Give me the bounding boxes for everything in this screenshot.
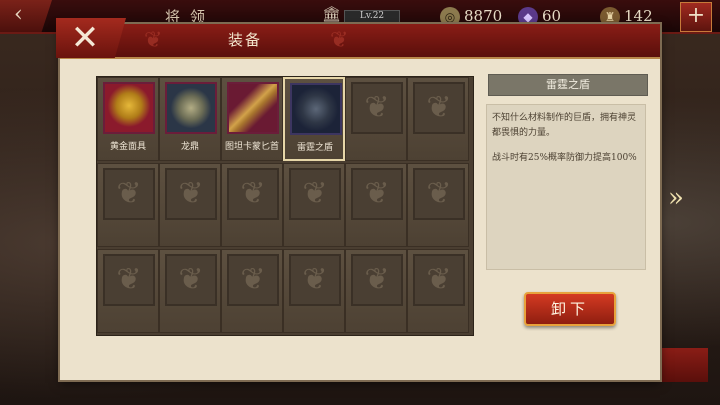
dialog-header: ❦ 装备 ❦	[60, 24, 660, 59]
add-resource-button[interactable]: +	[680, 2, 712, 32]
laurel-icon: ❦	[165, 168, 217, 220]
item-label: 黄金面具	[109, 142, 146, 152]
item-description: 不知什么材料制作的巨盾，拥有神灵都畏惧的力量。	[492, 113, 637, 138]
laurel-icon: ❦	[413, 168, 465, 220]
laurel-icon: ❦	[227, 168, 279, 220]
soldier-amount: 142	[624, 7, 653, 25]
laurel-icon: ❦	[227, 254, 279, 306]
unequip-button[interactable]: 卸下	[524, 292, 616, 326]
back-icon: ‹	[14, 2, 23, 27]
item-label: 图坦卡蒙匕首	[224, 142, 279, 152]
empty-slot[interactable]: ❦	[97, 163, 159, 247]
dragon-cauldron-icon	[165, 82, 217, 134]
item-effect: 战斗时有25%概率防御力提高100%	[492, 153, 637, 163]
close-icon: ✕	[70, 18, 100, 58]
shield-icon	[290, 83, 342, 135]
laurel-icon: ❦	[351, 82, 403, 134]
empty-slot[interactable]: ❦	[407, 163, 469, 247]
laurel-icon: ❦	[103, 254, 155, 306]
level-indicator: 🏛 Lv.22	[322, 5, 400, 25]
empty-slot[interactable]: ❦	[159, 249, 221, 333]
empty-slot[interactable]: ❦	[159, 163, 221, 247]
gem-amount: 60	[542, 7, 562, 25]
castle-icon: 🏛	[322, 5, 342, 23]
equipment-dialog: ❦ 装备 ❦ ✕ 黄金面具 龙鼎 图坦卡蒙匕首 雷霆之盾 ❦ ❦ ❦ ❦ ❦ ❦…	[56, 18, 660, 380]
equipment-slot-dragon-cauldron[interactable]: 龙鼎	[159, 77, 221, 161]
dagger-icon	[227, 82, 279, 134]
laurel-icon: ❦	[103, 168, 155, 220]
laurel-icon: ❦	[351, 254, 403, 306]
equipment-slot-tutankhamun-dagger[interactable]: 图坦卡蒙匕首	[221, 77, 283, 161]
empty-slot[interactable]: ❦	[283, 163, 345, 247]
laurel-icon: ❦	[351, 168, 403, 220]
laurel-icon: ❦	[289, 168, 341, 220]
empty-slot[interactable]: ❦	[221, 163, 283, 247]
empty-slot[interactable]: ❦	[345, 249, 407, 333]
equipment-slot-thunder-shield[interactable]: 雷霆之盾	[283, 77, 345, 161]
gold-amount: 8870	[464, 7, 503, 25]
empty-slot[interactable]: ❦	[407, 249, 469, 333]
equipment-grid: 黄金面具 龙鼎 图坦卡蒙匕首 雷霆之盾 ❦ ❦ ❦ ❦ ❦ ❦ ❦ ❦ ❦ ❦ …	[96, 76, 474, 336]
laurel-icon: ❦	[289, 254, 341, 306]
empty-slot[interactable]: ❦	[283, 249, 345, 333]
golden-mask-icon	[103, 82, 155, 134]
empty-slot[interactable]: ❦	[345, 163, 407, 247]
equipment-slot-golden-mask[interactable]: 黄金面具	[97, 77, 159, 161]
laurel-right-icon: ❦	[330, 28, 349, 53]
item-label: 雷霆之盾	[296, 143, 333, 153]
back-button[interactable]: ‹	[0, 0, 52, 32]
close-button[interactable]: ✕	[56, 18, 126, 58]
empty-slot[interactable]: ❦	[97, 249, 159, 333]
laurel-icon: ❦	[413, 254, 465, 306]
empty-slot[interactable]: ❦	[407, 77, 469, 161]
item-detail-panel: 不知什么材料制作的巨盾，拥有神灵都畏惧的力量。 战斗时有25%概率防御力提高10…	[486, 104, 646, 270]
laurel-icon: ❦	[165, 254, 217, 306]
laurel-icon: ❦	[413, 82, 465, 134]
level-bar: Lv.22	[344, 10, 400, 24]
item-detail-title: 雷霆之盾	[488, 74, 648, 96]
next-arrow-icon[interactable]: »	[668, 183, 684, 213]
empty-slot[interactable]: ❦	[345, 77, 407, 161]
empty-slot[interactable]: ❦	[221, 249, 283, 333]
item-label: 龙鼎	[180, 142, 199, 152]
